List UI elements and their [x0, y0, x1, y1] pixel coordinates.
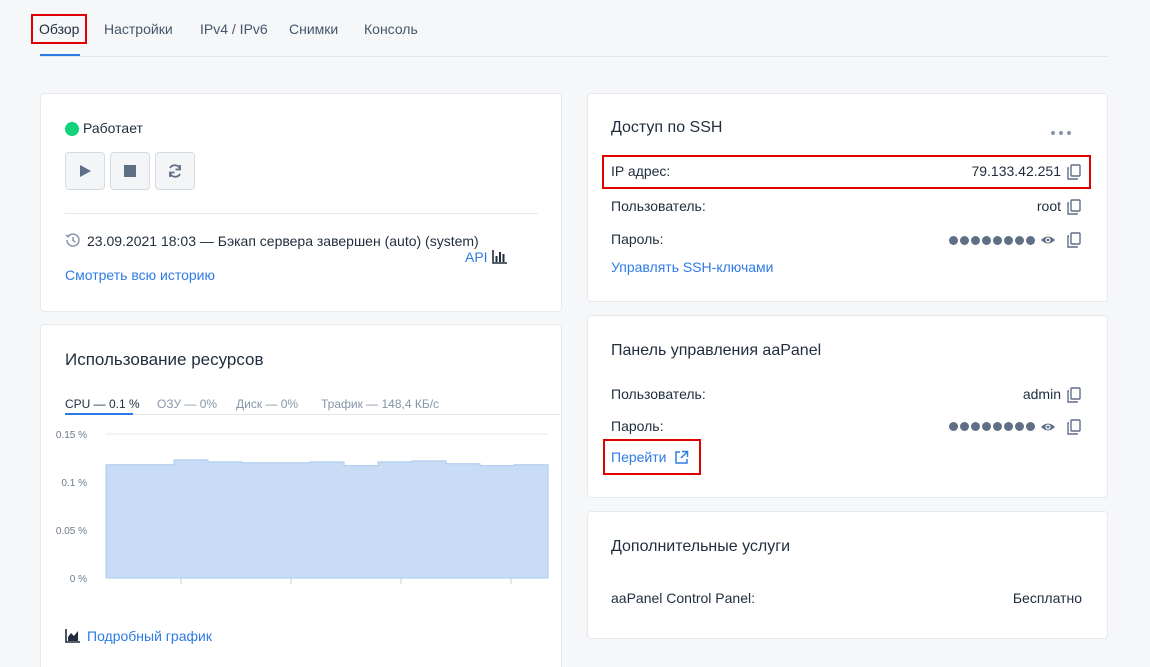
tab-overview[interactable]: Обзор — [30, 14, 88, 44]
status-label: Работает — [83, 120, 143, 136]
copy-password-icon[interactable] — [1066, 232, 1082, 248]
show-password-eye-icon[interactable] — [1040, 232, 1056, 248]
service-price: Бесплатно — [1012, 590, 1082, 606]
tab-ram[interactable]: ОЗУ — 0% — [157, 397, 217, 411]
ip-address-row: IP адрес: 79.133.42.251 — [602, 155, 1091, 189]
resource-tabs-divider — [65, 414, 560, 415]
active-tab-indicator — [40, 54, 80, 56]
status-divider — [65, 213, 538, 214]
history-icon — [65, 233, 80, 247]
server-status-card: Работает 23.09.2021 18:03 — Бэкап сервер… — [40, 93, 562, 312]
ssh-user-label: Пользователь: — [611, 198, 706, 214]
copy-aapanel-user-icon[interactable] — [1066, 387, 1082, 403]
aapanel-password-masked — [949, 422, 1035, 431]
aapanel-card: Панель управления aaPanel Пользователь: … — [587, 315, 1108, 498]
restart-button[interactable] — [155, 152, 195, 190]
tab-console[interactable]: Консоль — [364, 16, 418, 42]
resource-active-tab-indicator — [65, 413, 133, 415]
aapanel-card-title: Панель управления aaPanel — [611, 342, 822, 359]
start-button[interactable] — [65, 152, 105, 190]
tab-disk[interactable]: Диск — 0% — [236, 397, 298, 411]
chart-y-tick-label: 0.05 % — [56, 526, 87, 537]
show-aapanel-password-eye-icon[interactable] — [1040, 419, 1056, 435]
go-to-aapanel-label: Перейти — [611, 449, 667, 465]
status-indicator — [65, 122, 79, 136]
chart-y-tick-label: 0 % — [70, 574, 87, 585]
detailed-chart-link-label: Подробный график — [87, 628, 212, 644]
tab-ipv4-ipv6[interactable]: IPv4 / IPv6 — [200, 16, 268, 42]
tab-cpu[interactable]: CPU — 0.1 % — [65, 397, 140, 411]
aapanel-password-label: Пароль: — [611, 418, 664, 434]
resource-usage-title: Использование ресурсов — [65, 350, 264, 369]
detailed-chart-link[interactable]: Подробный график — [65, 628, 212, 644]
external-link-icon — [675, 450, 689, 464]
ssh-password-label: Пароль: — [611, 231, 664, 247]
view-history-link[interactable]: Смотреть всю историю — [65, 267, 215, 283]
play-icon — [80, 165, 91, 177]
ssh-user-value: root — [1036, 198, 1061, 214]
api-link-label: API — [465, 249, 488, 265]
resource-usage-card: Использование ресурсов CPU — 0.1 % ОЗУ —… — [40, 324, 562, 667]
ssh-password-masked — [949, 236, 1035, 245]
history-entry: 23.09.2021 18:03 — Бэкап сервера заверше… — [87, 233, 479, 249]
tab-settings[interactable]: Настройки — [104, 16, 173, 42]
aapanel-user-label: Пользователь: — [611, 386, 706, 402]
more-options-icon[interactable] — [1051, 131, 1071, 135]
refresh-icon — [169, 164, 181, 178]
copy-user-icon[interactable] — [1066, 199, 1082, 215]
tab-snapshots[interactable]: Снимки — [289, 16, 338, 42]
ip-address-label: IP адрес: — [611, 163, 671, 179]
copy-aapanel-password-icon[interactable] — [1066, 419, 1082, 435]
go-to-aapanel-link[interactable]: Перейти — [603, 439, 701, 475]
chart-y-tick-label: 0.1 % — [61, 478, 87, 489]
stop-button[interactable] — [110, 152, 150, 190]
aapanel-user-value: admin — [1022, 386, 1061, 402]
ip-address-value: 79.133.42.251 — [971, 163, 1061, 179]
ssh-card-title: Доступ по SSH — [611, 119, 723, 136]
additional-services-title: Дополнительные услуги — [611, 538, 791, 555]
area-chart-icon — [65, 629, 80, 643]
additional-services-card: Дополнительные услуги aaPanel Control Pa… — [587, 511, 1108, 639]
ssh-access-card: Доступ по SSH IP адрес: 79.133.42.251 По… — [587, 93, 1108, 302]
service-name: aaPanel Control Panel: — [611, 590, 755, 606]
copy-ip-icon[interactable] — [1066, 164, 1082, 180]
cpu-usage-area — [105, 459, 549, 579]
chart-y-tick-label: 0.15 % — [56, 430, 87, 441]
bar-chart-icon — [491, 250, 507, 264]
stop-icon — [124, 165, 136, 177]
cpu-usage-chart: 0.15 % 0.1 % 0.05 % 0 % — [56, 430, 549, 585]
manage-ssh-keys-link[interactable]: Управлять SSH-ключами — [611, 259, 774, 275]
api-link[interactable]: API — [465, 249, 508, 265]
tab-traffic[interactable]: Трафик — 148,4 КБ/с — [321, 397, 439, 411]
